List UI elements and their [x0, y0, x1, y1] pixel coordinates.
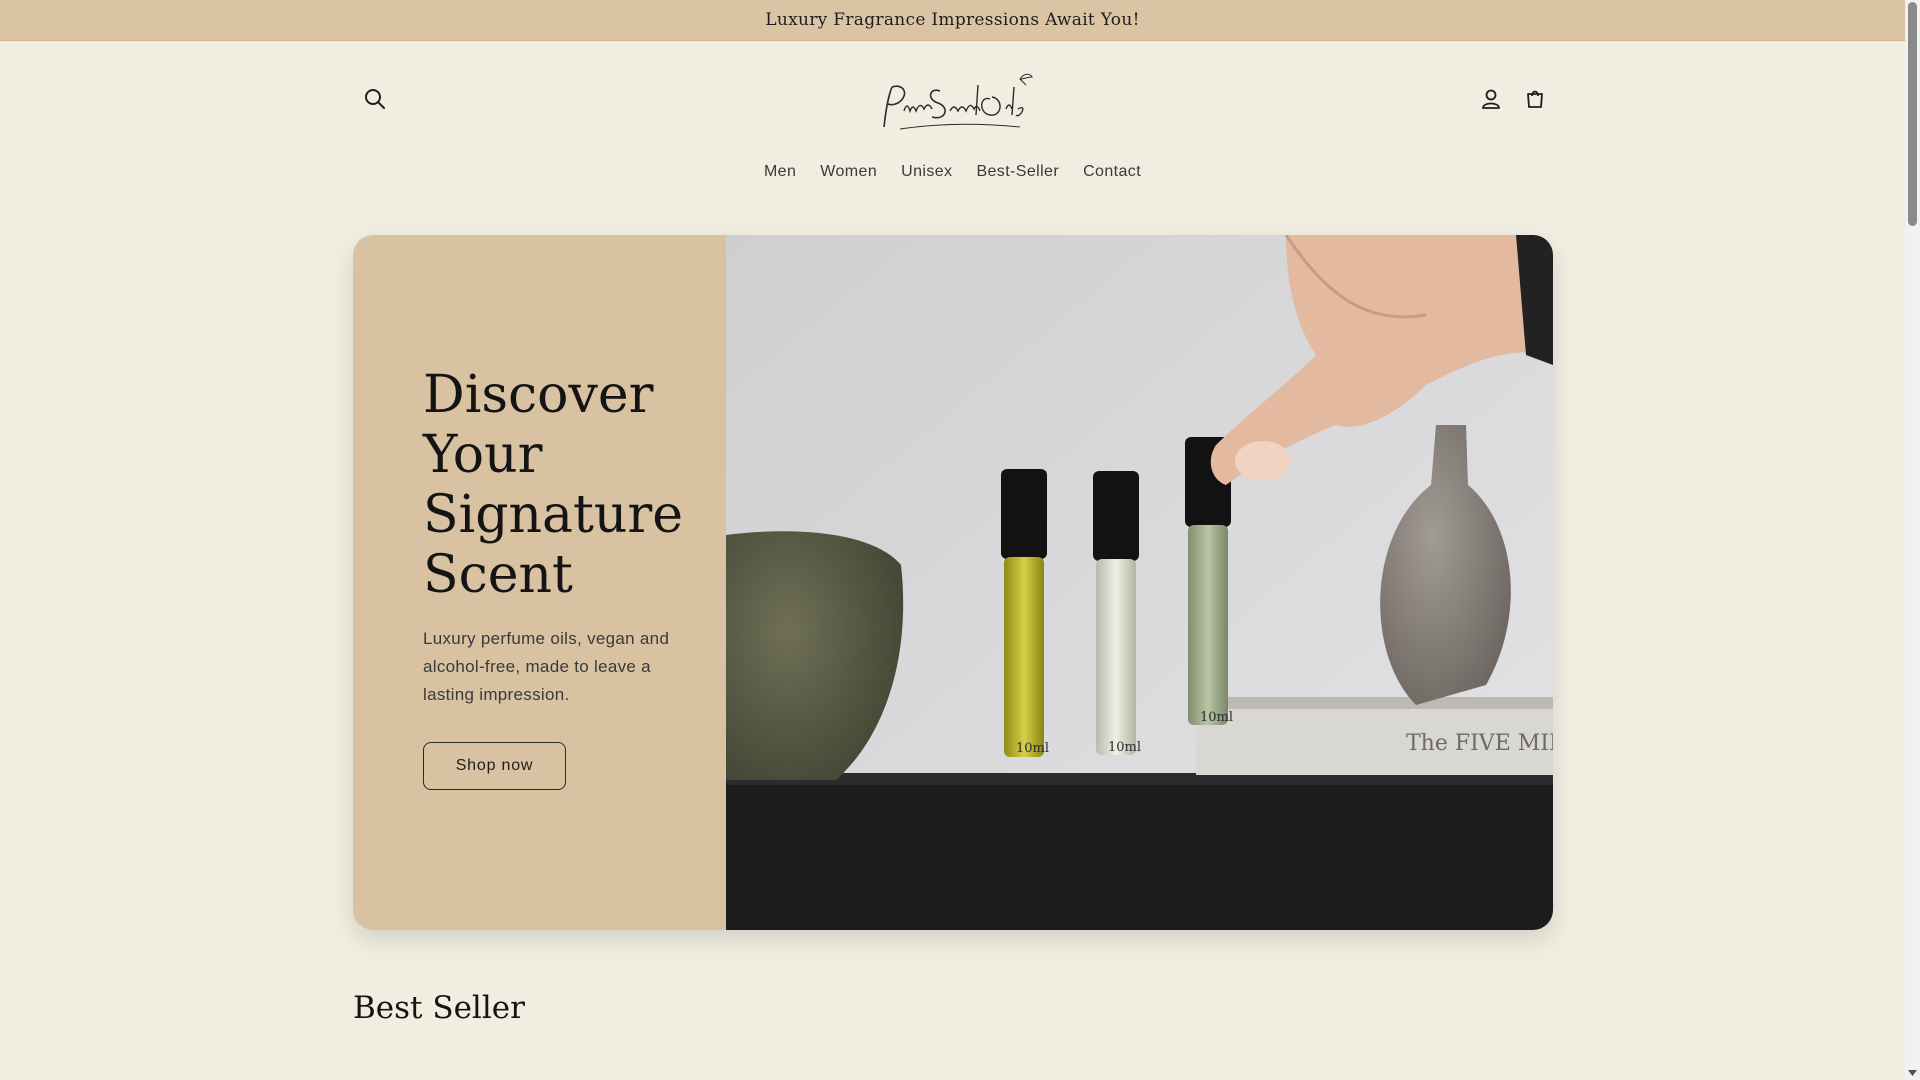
nav-item-contact[interactable]: Contact	[1071, 159, 1153, 185]
account-icon[interactable]	[1471, 79, 1511, 119]
nav-item-men[interactable]: Men	[752, 159, 808, 185]
svg-text:10ml: 10ml	[1016, 741, 1049, 756]
cart-icon[interactable]	[1515, 79, 1555, 119]
nav-item-women[interactable]: Women	[808, 159, 889, 185]
announcement-bar: Luxury Fragrance Impressions Await You!	[0, 0, 1905, 41]
scroll-down-icon[interactable]	[1905, 1066, 1920, 1080]
book-spine-text: The FIVE MINUT	[1406, 731, 1553, 756]
bottle-clear: 10ml	[1093, 471, 1141, 755]
best-seller-heading: Best Seller	[353, 990, 525, 1026]
nav-item-best-seller[interactable]: Best-Seller	[964, 159, 1071, 185]
nav-item-unisex[interactable]: Unisex	[889, 159, 964, 185]
scrollbar-thumb[interactable]	[1908, 2, 1917, 226]
hero-image: The FIVE MINUT 10ml 10ml 10ml	[726, 235, 1553, 930]
svg-text:10ml: 10ml	[1200, 710, 1233, 725]
hero-banner: Discover Your Signature Scent Luxury per…	[353, 235, 1553, 930]
bottle-yellow: 10ml	[1001, 469, 1049, 757]
search-icon[interactable]	[355, 79, 395, 119]
shop-now-button[interactable]: Shop now	[423, 742, 566, 790]
main-nav: Men Women Unisex Best-Seller Contact	[0, 159, 1905, 185]
hero-text-panel: Discover Your Signature Scent Luxury per…	[353, 235, 726, 930]
hero-title: Discover Your Signature Scent	[423, 365, 684, 605]
svg-text:10ml: 10ml	[1108, 740, 1141, 755]
site-logo[interactable]	[870, 65, 1035, 145]
hero-subtitle: Luxury perfume oils, vegan and alcohol-f…	[423, 629, 670, 704]
site-header: Men Women Unisex Best-Seller Contact	[0, 41, 1905, 201]
announcement-text: Luxury Fragrance Impressions Await You!	[765, 10, 1140, 30]
